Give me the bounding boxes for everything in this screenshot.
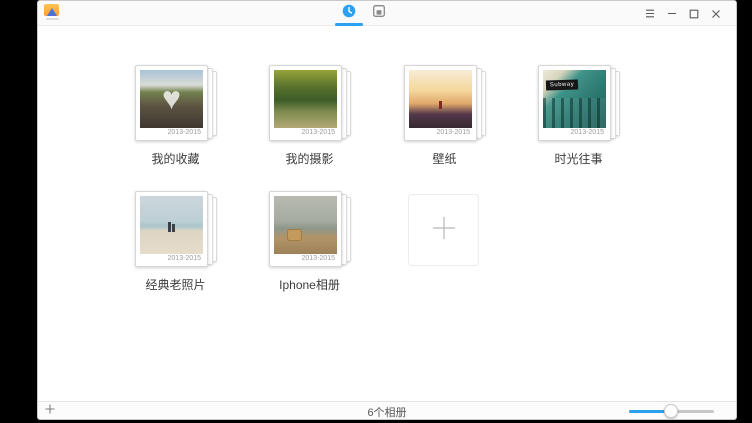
album-name: 我的收藏: [135, 150, 216, 167]
album-name: 壁纸: [404, 150, 485, 167]
desktop-background: ♥ 2013-2015 我的收藏 2013-2015 我的摄影: [0, 0, 752, 423]
album-photo-sunset: [409, 70, 472, 128]
album-name: 经典老照片: [135, 276, 216, 293]
album-thumbnail-stack: ♥ 2013-2015: [135, 65, 216, 141]
person-silhouette: [439, 101, 442, 109]
album-thumbnail-stack: 2013-2015: [269, 65, 350, 141]
album-date-range: 2013-2015: [302, 255, 335, 262]
add-album-tile[interactable]: [408, 194, 479, 266]
clock-icon: [342, 4, 356, 23]
album-grid: ♥ 2013-2015 我的收藏 2013-2015 我的摄影: [38, 27, 736, 401]
storefront-bars: [543, 98, 606, 128]
album-name: 我的摄影: [269, 150, 350, 167]
favorite-heart-icon: ♥: [140, 78, 203, 118]
album-photo-foggy-field: [274, 196, 337, 254]
slider-knob[interactable]: [664, 404, 678, 418]
album-card-iphone[interactable]: 2013-2015 Iphone相册: [269, 191, 350, 293]
menu-icon: [645, 9, 655, 18]
subway-sign: Subway: [546, 79, 578, 90]
album-photo-subway: Subway: [543, 70, 606, 128]
album-card-memories[interactable]: Subway 2013-2015 时光往事: [538, 65, 619, 167]
minimize-button[interactable]: [661, 1, 683, 26]
tab-timeline-view[interactable]: [334, 1, 364, 26]
album-thumbnail-stack: Subway 2013-2015: [538, 65, 619, 141]
statusbar: 6个相册: [38, 401, 736, 419]
minimize-icon: [667, 9, 677, 18]
maximize-icon: [689, 9, 699, 19]
album-thumbnail-stack: 2013-2015: [269, 191, 350, 267]
album-date-range: 2013-2015: [302, 129, 335, 136]
album-photo-forest: [274, 70, 337, 128]
album-card-old-photos[interactable]: 2013-2015 经典老照片: [135, 191, 216, 293]
album-card-favorites[interactable]: ♥ 2013-2015 我的收藏: [135, 65, 216, 167]
tab-album-view[interactable]: [364, 1, 394, 26]
plus-icon: [428, 212, 460, 249]
album-thumbnail-stack: 2013-2015: [135, 191, 216, 267]
album-card-photography[interactable]: 2013-2015 我的摄影: [269, 65, 350, 167]
album-icon: [372, 4, 386, 23]
album-thumbnail-stack: 2013-2015: [404, 65, 485, 141]
album-card-wallpaper[interactable]: 2013-2015 壁纸: [404, 65, 485, 167]
close-icon: [711, 9, 721, 19]
menu-button[interactable]: [639, 1, 661, 26]
maximize-button[interactable]: [683, 1, 705, 26]
window-controls: [639, 1, 727, 26]
titlebar[interactable]: [38, 1, 736, 26]
haybale: [287, 229, 302, 241]
album-date-range: 2013-2015: [168, 255, 201, 262]
album-date-range: 2013-2015: [571, 129, 604, 136]
album-name: 时光往事: [538, 150, 619, 167]
close-button[interactable]: [705, 1, 727, 26]
album-date-range: 2013-2015: [168, 129, 201, 136]
thumbnail-size-slider[interactable]: [629, 402, 714, 420]
album-date-range: 2013-2015: [437, 129, 470, 136]
album-photo-beach: [140, 196, 203, 254]
app-logo-icon: [44, 4, 60, 22]
couple-silhouette: [168, 222, 175, 232]
album-name: Iphone相册: [269, 276, 350, 293]
album-photo-railroad: ♥: [140, 70, 203, 128]
app-window: ♥ 2013-2015 我的收藏 2013-2015 我的摄影: [37, 0, 737, 420]
view-tabs: [334, 1, 394, 26]
